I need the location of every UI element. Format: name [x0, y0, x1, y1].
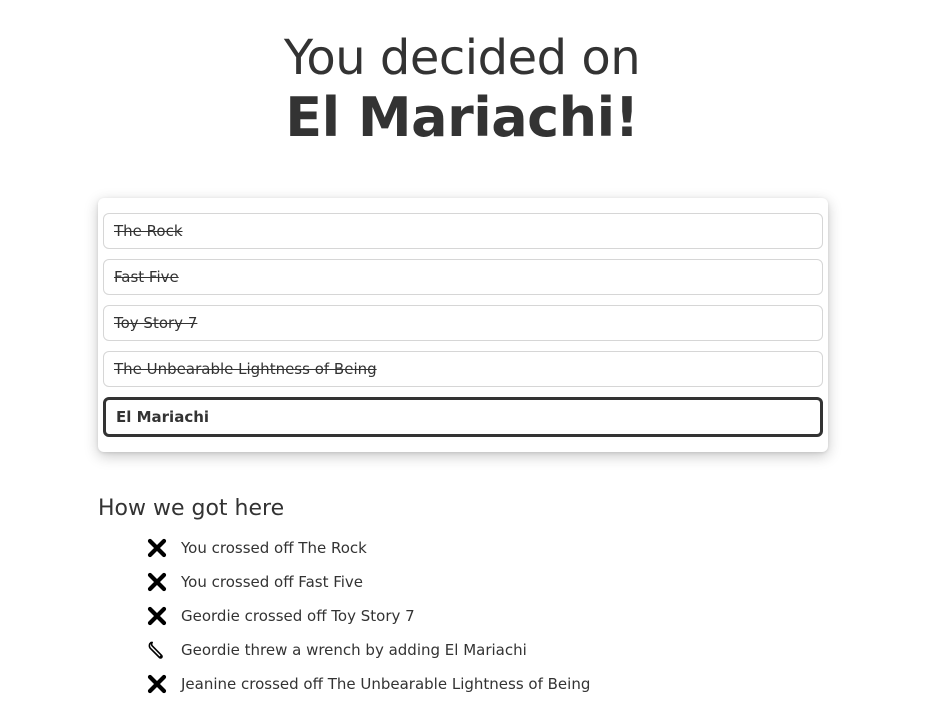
history-item: Geordie threw a wrench by adding El Mari… — [146, 633, 590, 667]
option-label: The Unbearable Lightness of Being — [114, 360, 377, 378]
cross-icon — [146, 571, 168, 593]
history-text: Jeanine crossed off The Unbearable Light… — [181, 675, 591, 693]
history-heading: How we got here — [98, 496, 285, 521]
result-headline: You decided on El Mariachi! — [0, 30, 924, 150]
history-item: You crossed off The Rock — [146, 531, 590, 565]
option-item[interactable]: The Rock — [103, 213, 823, 249]
option-label: El Mariachi — [116, 408, 210, 426]
options-card: The Rock Fast Five Toy Story 7 The Unbea… — [98, 198, 828, 452]
option-label: Fast Five — [114, 268, 179, 286]
option-item[interactable]: Toy Story 7 — [103, 305, 823, 341]
option-label: The Rock — [114, 222, 183, 240]
result-intro-text: You decided on — [283, 30, 641, 86]
option-item[interactable]: The Unbearable Lightness of Being — [103, 351, 823, 387]
history-text: Geordie threw a wrench by adding El Mari… — [181, 641, 527, 659]
history-item: Jeanine crossed off The Unbearable Light… — [146, 667, 590, 701]
history-text: Geordie crossed off Toy Story 7 — [181, 607, 415, 625]
result-choice-title: El Mariachi! — [285, 86, 639, 149]
cross-icon — [146, 605, 168, 627]
cross-icon — [146, 537, 168, 559]
wrench-icon — [146, 639, 168, 661]
history-text: You crossed off The Rock — [181, 539, 367, 557]
option-item-chosen[interactable]: El Mariachi — [103, 397, 823, 437]
option-label: Toy Story 7 — [114, 314, 198, 332]
cross-icon — [146, 673, 168, 695]
history-item: You crossed off Fast Five — [146, 565, 590, 599]
option-item[interactable]: Fast Five — [103, 259, 823, 295]
history-item: Geordie crossed off Toy Story 7 — [146, 599, 590, 633]
history-list: You crossed off The Rock You crossed off… — [146, 531, 590, 701]
history-text: You crossed off Fast Five — [181, 573, 364, 591]
